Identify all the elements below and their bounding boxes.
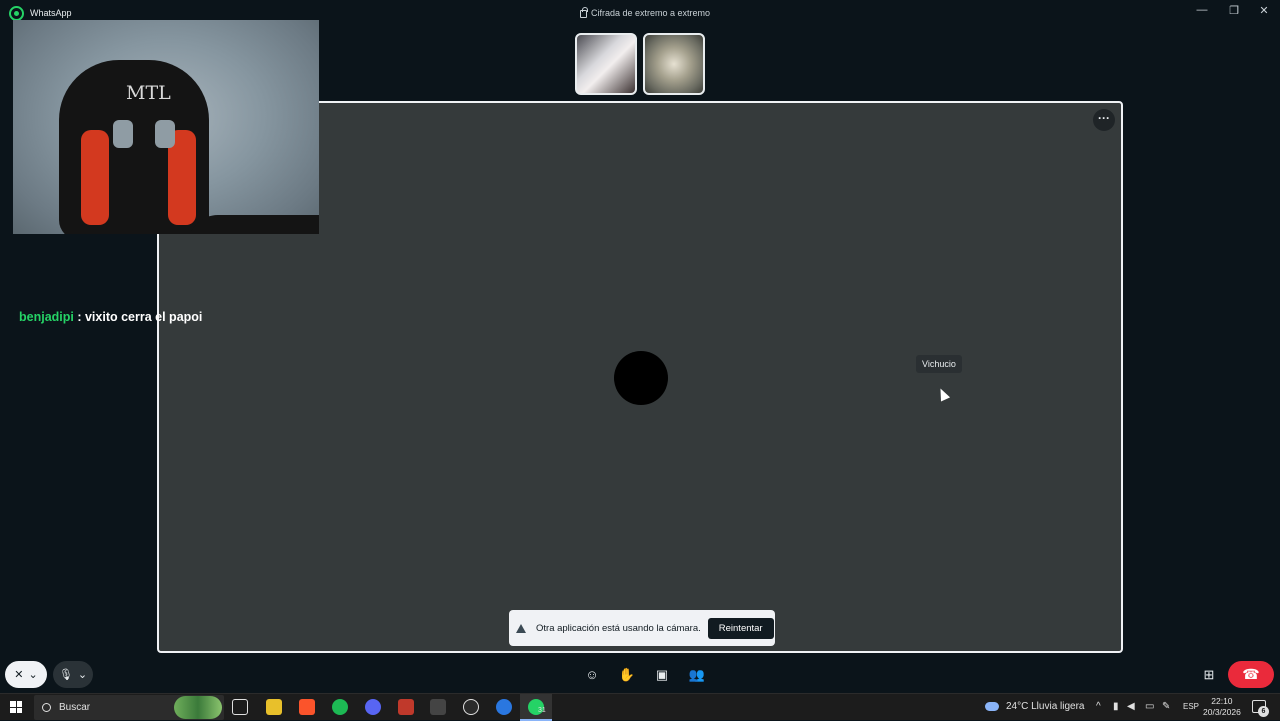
chair-seat: [188, 215, 319, 234]
app-icon[interactable]: [430, 699, 446, 715]
mic-icon: 🎙: [58, 669, 73, 681]
share-screen-button[interactable]: ▣: [652, 665, 672, 685]
voicemeeter-icon[interactable]: [398, 699, 414, 715]
search-highlight-image: [174, 696, 222, 719]
call-controls-bar: ✕ ⌄ 🎙 ⌄ ☺ ✋ ▣ 👥 ⊞ ☎: [0, 656, 1280, 693]
chair-opening: [155, 120, 175, 148]
search-icon: [42, 703, 51, 712]
chair-opening: [113, 120, 133, 148]
end-call-button[interactable]: ☎: [1228, 661, 1274, 688]
whatsapp-logo-icon: [9, 6, 24, 21]
task-view-icon[interactable]: [232, 699, 248, 715]
chat-username: benjadipi: [19, 310, 74, 324]
ccleaner-icon[interactable]: [496, 699, 512, 715]
system-clock[interactable]: 22:10 20/3/2026: [1203, 696, 1241, 718]
camera-alert-message: Otra aplicación está usando la cámara.: [536, 622, 701, 634]
weather-status[interactable]: 24°C Lluvia ligera: [1006, 701, 1085, 712]
encryption-notice: Cifrada de extremo a extremo: [580, 6, 711, 18]
chevron-down-icon[interactable]: ⌄: [78, 668, 87, 681]
chat-text: : vixito cerra el papoi: [73, 310, 203, 324]
windows-taskbar: Buscar 31 24°C Lluvia ligera ^ ▮ ◀ ▭ ✎ E…: [0, 693, 1280, 721]
taskbar-search-input[interactable]: Buscar: [34, 695, 224, 720]
chair-logo: MTL: [126, 82, 171, 104]
volume-icon[interactable]: ◀: [1127, 701, 1135, 712]
raise-hand-button[interactable]: ✋: [617, 665, 637, 685]
participant-thumbnail[interactable]: [575, 33, 637, 95]
mic-tray-icon[interactable]: ▮: [1113, 701, 1119, 712]
notification-count-badge: 6: [1258, 706, 1269, 717]
lock-icon: [580, 6, 588, 18]
participant-thumbnail[interactable]: [643, 33, 705, 95]
chevron-down-icon[interactable]: ⌄: [29, 668, 38, 681]
self-video-preview[interactable]: MTL: [13, 20, 319, 234]
clock-time: 22:10: [1211, 696, 1233, 706]
emoji-reaction-button[interactable]: ☺: [582, 665, 602, 685]
camera-in-use-alert: Otra aplicación está usando la cámara. R…: [509, 610, 775, 646]
file-explorer-icon[interactable]: [266, 699, 282, 715]
spotify-icon[interactable]: [332, 699, 348, 715]
layout-grid-button[interactable]: ⊞: [1199, 665, 1219, 685]
retry-button[interactable]: Reintentar: [707, 617, 774, 639]
brave-browser-icon[interactable]: [299, 699, 315, 715]
participant-avatar: [614, 351, 668, 405]
encryption-text: Cifrada de extremo a extremo: [591, 8, 711, 18]
app-title: WhatsApp: [30, 8, 72, 18]
language-indicator[interactable]: ESP: [1183, 702, 1199, 711]
discord-icon[interactable]: [365, 699, 381, 715]
camera-toggle-button[interactable]: ✕ ⌄: [5, 661, 47, 688]
more-options-button[interactable]: ···: [1093, 109, 1115, 131]
close-button[interactable]: ✕: [1254, 4, 1274, 17]
restore-button[interactable]: ❐: [1224, 4, 1244, 17]
participants-button[interactable]: 👥: [687, 665, 707, 685]
mic-toggle-button[interactable]: 🎙 ⌄: [53, 661, 93, 688]
windows-start-icon[interactable]: [10, 701, 22, 713]
warning-icon: [516, 623, 526, 633]
cloud-rain-icon[interactable]: [985, 702, 999, 711]
chat-overlay-message: benjadipi : vixito cerra el papoi: [19, 310, 202, 324]
display-icon[interactable]: ▭: [1145, 701, 1154, 712]
whatsapp-call-window: WhatsApp Cifrada de extremo a extremo — …: [0, 0, 1280, 693]
chair-stripe: [81, 130, 109, 225]
camera-off-icon: ✕: [14, 669, 24, 681]
app-icon[interactable]: [463, 699, 479, 715]
clock-date: 20/3/2026: [1203, 707, 1241, 717]
minimize-button[interactable]: —: [1192, 4, 1212, 16]
pen-icon[interactable]: ✎: [1162, 701, 1170, 712]
mouse-cursor-icon: [935, 386, 951, 402]
whatsapp-unread-badge: 31: [538, 707, 546, 714]
participant-name-tooltip: Vichucio: [916, 355, 962, 373]
search-placeholder: Buscar: [59, 702, 91, 713]
chevron-up-icon[interactable]: ^: [1096, 701, 1101, 712]
